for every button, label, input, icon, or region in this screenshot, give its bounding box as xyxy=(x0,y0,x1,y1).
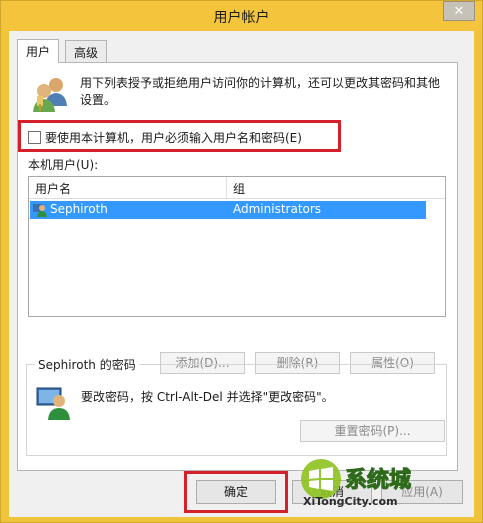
watermark-logo: 系统城 XiTongCity.com xyxy=(299,453,459,513)
tab-advanced-label: 高级 xyxy=(74,46,99,60)
close-button[interactable]: ✕ xyxy=(443,1,475,21)
password-group-title: Sephiroth 的密码 xyxy=(35,356,139,373)
user-accounts-window: 用户帐户 ✕ 用户 高级 用下列表授予或拒绝用户访问你的计算机，还可以更改其密码… xyxy=(0,0,483,523)
close-icon: ✕ xyxy=(453,3,465,19)
watermark-brand: 系统城 xyxy=(345,467,411,493)
tab-advanced[interactable]: 高级 xyxy=(65,40,108,62)
column-header-username[interactable]: 用户名 xyxy=(35,180,71,197)
red-highlight-checkbox xyxy=(18,120,341,152)
user-icon xyxy=(33,203,47,220)
password-group: Sephiroth 的密码 要改密码，按 Ctrl-Alt-Del 并选择"更改… xyxy=(26,356,447,456)
user-key-icon xyxy=(35,384,71,423)
row-group: Administrators xyxy=(233,202,322,216)
users-tab-panel: 用下列表授予或拒绝用户访问你的计算机，还可以更改其密码和其他设置。 要使用本计算… xyxy=(17,62,458,471)
column-separator[interactable] xyxy=(226,177,227,198)
dialog-client: 用户 高级 用下列表授予或拒绝用户访问你的计算机，还可以更改其密码和其他设置。 … xyxy=(9,31,474,517)
title-bar[interactable]: 用户帐户 ✕ xyxy=(1,1,482,31)
column-header-group[interactable]: 组 xyxy=(233,180,245,197)
red-highlight-ok xyxy=(184,471,288,513)
password-instructions: 要改密码，按 Ctrl-Alt-Del 并选择"更改密码"。 xyxy=(81,390,334,404)
reset-password-button[interactable]: 重置密码(P)... xyxy=(300,420,445,442)
tab-users[interactable]: 用户 xyxy=(17,39,60,63)
users-icon xyxy=(31,74,71,117)
watermark-url: XiTongCity.com xyxy=(303,495,398,508)
window-title: 用户帐户 xyxy=(213,10,270,26)
intro-text: 用下列表授予或拒绝用户访问你的计算机，还可以更改其密码和其他设置。 xyxy=(80,76,441,107)
row-username: Sephiroth xyxy=(50,202,108,216)
tab-users-label: 用户 xyxy=(26,45,51,59)
table-row[interactable]: Sephiroth Administrators xyxy=(30,201,426,219)
list-header: 用户名 组 xyxy=(29,177,445,199)
users-list[interactable]: 用户名 组 Sephiroth Administrators xyxy=(28,176,446,317)
local-users-label: 本机用户(U): xyxy=(28,158,99,172)
